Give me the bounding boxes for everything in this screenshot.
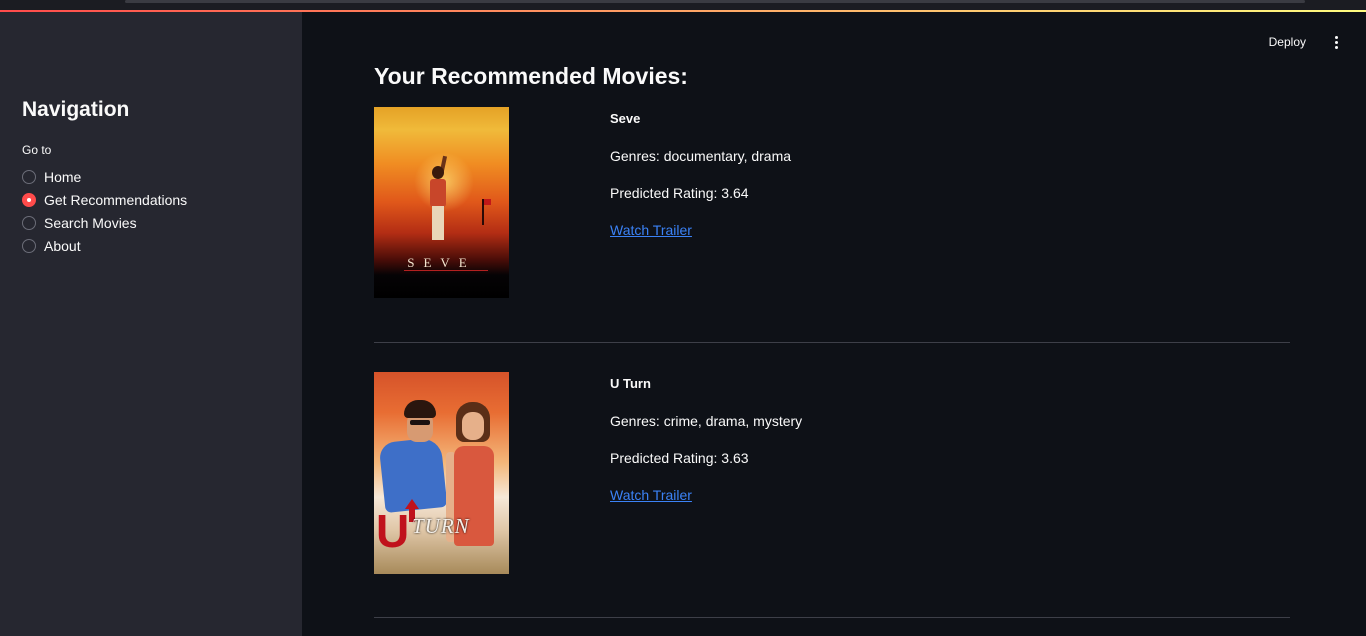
radio-label-search-movies[interactable]: Search Movies <box>44 215 137 231</box>
movie-title: U Turn <box>610 376 651 391</box>
radio-button-icon[interactable] <box>22 238 36 253</box>
golfer-figure <box>427 155 449 252</box>
movie-card: SEVE Seve Genres: documentary, drama Pre… <box>374 107 1290 307</box>
poster-title-text: TURN <box>412 514 470 538</box>
movie-genres: Genres: documentary, drama <box>610 148 792 164</box>
sidebar: Navigation Go to Home Get Recommendation… <box>0 12 302 636</box>
poster-title-text: SEVE <box>407 255 476 270</box>
radio-group-label: Go to <box>22 143 52 157</box>
watch-trailer-link[interactable]: Watch Trailer <box>610 222 791 238</box>
radio-label-about[interactable]: About <box>44 238 81 254</box>
radio-option-get-recommendations[interactable]: Get Recommendations <box>22 188 187 211</box>
radio-option-home[interactable]: Home <box>22 165 187 188</box>
movie-rating: Predicted Rating: 3.63 <box>610 450 749 466</box>
movie-card: U TURN U Turn Genres: crime, drama, myst… <box>374 372 1290 577</box>
radio-button-icon[interactable] <box>22 169 36 184</box>
top-scrollbar <box>125 0 1305 3</box>
radio-label-home[interactable]: Home <box>44 169 81 185</box>
radio-button-icon[interactable] <box>22 215 36 230</box>
deploy-button[interactable]: Deploy <box>1263 33 1312 51</box>
sidebar-title: Navigation <box>22 98 130 121</box>
movie-poster: SEVE <box>374 107 509 298</box>
movie-title: Seve <box>610 111 641 126</box>
radio-option-about[interactable]: About <box>22 234 187 257</box>
movie-info: U Turn Genres: crime, drama, mystery Pre… <box>610 376 802 503</box>
header-toolbar: Deploy <box>1263 32 1344 52</box>
poster-title-letter: U <box>376 505 410 557</box>
watch-trailer-link[interactable]: Watch Trailer <box>610 487 802 503</box>
page-title: Your Recommended Movies: <box>374 63 688 89</box>
movie-poster: U TURN <box>374 372 509 574</box>
navigation-radio-group: Home Get Recommendations Search Movies A… <box>22 165 187 257</box>
movie-rating: Predicted Rating: 3.64 <box>610 185 749 201</box>
browser-top-strip <box>0 0 1366 12</box>
radio-button-selected-icon[interactable] <box>22 192 36 207</box>
golf-flag-icon <box>482 199 491 225</box>
divider <box>374 617 1290 618</box>
radio-label-get-recommendations[interactable]: Get Recommendations <box>44 192 187 208</box>
radio-option-search-movies[interactable]: Search Movies <box>22 211 187 234</box>
movie-info: Seve Genres: documentary, drama Predicte… <box>610 111 791 238</box>
movie-genres: Genres: crime, drama, mystery <box>610 413 803 429</box>
vertical-ellipsis-icon[interactable] <box>1328 32 1344 52</box>
divider <box>374 342 1290 343</box>
